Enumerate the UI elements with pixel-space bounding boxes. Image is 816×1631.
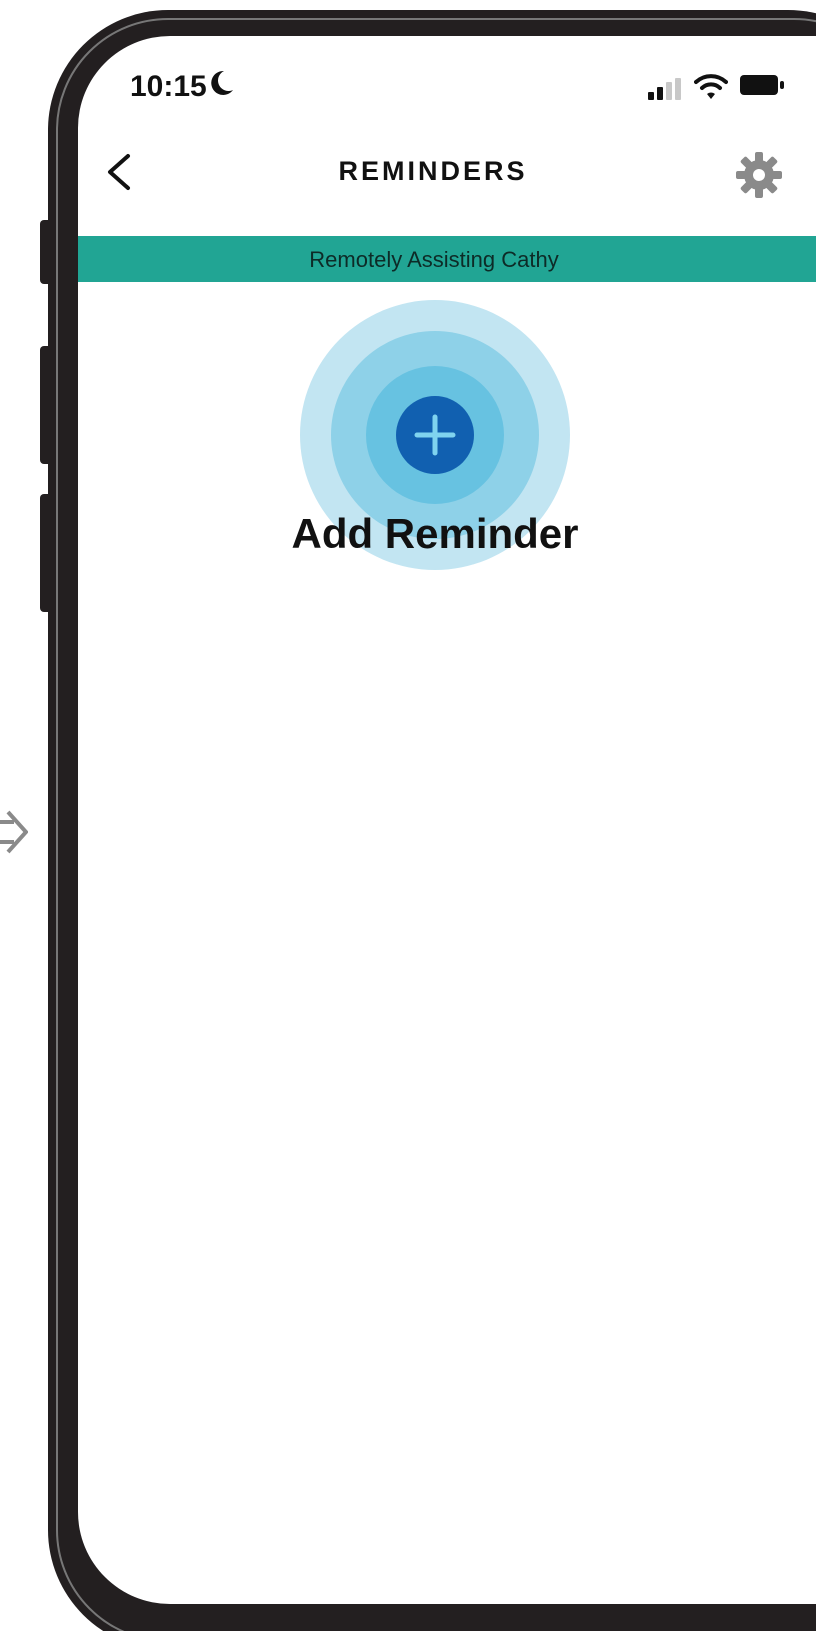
moon-icon xyxy=(211,70,233,95)
gear-icon[interactable] xyxy=(736,152,782,198)
add-reminder-label[interactable]: Add Reminder xyxy=(78,510,792,558)
app-canvas: 10:15 REMINDERS Remotely Assisting Cathy… xyxy=(0,0,816,1631)
wifi-icon xyxy=(694,74,728,99)
add-reminder-button[interactable] xyxy=(396,396,474,474)
battery-icon xyxy=(740,75,784,95)
phone-screen: 10:15 REMINDERS Remotely Assisting Cathy… xyxy=(78,36,816,1604)
page-title: REMINDERS xyxy=(338,156,528,186)
arrow-right-icon xyxy=(0,810,28,854)
status-time: 10:15 xyxy=(130,70,207,103)
signal-icon xyxy=(648,78,681,100)
remote-assist-banner: Remotely Assisting Cathy xyxy=(78,236,816,282)
banner-text: Remotely Assisting Cathy xyxy=(309,247,559,272)
plus-icon xyxy=(414,414,456,456)
